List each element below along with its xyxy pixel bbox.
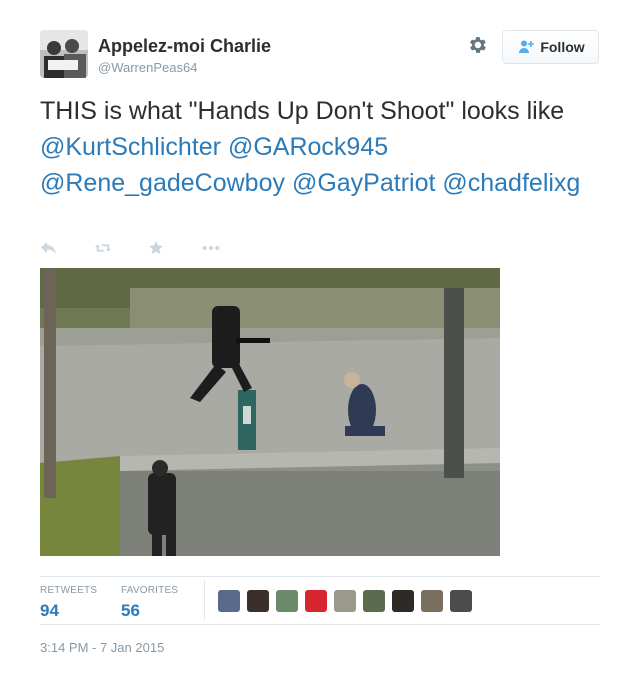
follow-button-label: Follow (540, 39, 585, 55)
tweet-actions (40, 238, 256, 258)
mention-link[interactable]: @chadfelixg (442, 169, 580, 197)
street-photo-image (40, 268, 500, 556)
gear-icon[interactable] (466, 34, 490, 58)
favoriter-avatar[interactable] (247, 590, 269, 612)
favoriter-avatar[interactable] (276, 590, 298, 612)
mention-link[interactable]: @Rene_gadeCowboy (40, 169, 285, 197)
favorites-label: FAVORITES (121, 585, 179, 596)
favoriter-avatar[interactable] (392, 590, 414, 612)
retweets-count: 94 (40, 601, 59, 620)
user-display-name[interactable]: Appelez-moi Charlie (98, 36, 271, 57)
favoriters-list (218, 590, 479, 612)
favoriter-avatar[interactable] (363, 590, 385, 612)
user-handle[interactable]: @WarrenPeas64 (98, 60, 197, 75)
tweet-timestamp[interactable]: 3:14 PM - 7 Jan 2015 (40, 640, 164, 655)
follow-button[interactable]: Follow (502, 30, 599, 64)
favoriter-avatar[interactable] (450, 590, 472, 612)
favoriter-avatar[interactable] (305, 590, 327, 612)
add-user-icon (519, 40, 535, 53)
favorite-icon[interactable] (148, 240, 166, 256)
favoriter-avatar[interactable] (421, 590, 443, 612)
tweet-text: THIS is what "Hands Up Don't Shoot" look… (40, 93, 610, 201)
mention-link[interactable]: @GayPatriot (292, 169, 435, 197)
favoriter-avatar[interactable] (334, 590, 356, 612)
divider (40, 624, 600, 625)
tweet-card: Appelez-moi Charlie @WarrenPeas64 Follow… (0, 0, 640, 690)
retweets-label: RETWEETS (40, 585, 98, 596)
mention-link[interactable]: @GARock945 (228, 133, 388, 161)
more-icon[interactable] (202, 240, 220, 256)
reply-icon[interactable] (40, 240, 58, 256)
favorites-count: 56 (121, 601, 140, 620)
retweet-icon[interactable] (94, 240, 112, 256)
retweets-stat[interactable]: RETWEETS 94 (40, 585, 97, 621)
avatar[interactable] (40, 30, 88, 78)
stats-separator (204, 580, 205, 620)
tweet-photo[interactable] (40, 268, 500, 556)
favorites-stat[interactable]: FAVORITES 56 (121, 585, 178, 621)
mention-link[interactable]: @KurtSchlichter (40, 133, 221, 161)
avatar-image (40, 30, 88, 78)
divider (40, 576, 600, 577)
favoriter-avatar[interactable] (218, 590, 240, 612)
tweet-text-body: THIS is what "Hands Up Don't Shoot" look… (40, 97, 565, 125)
